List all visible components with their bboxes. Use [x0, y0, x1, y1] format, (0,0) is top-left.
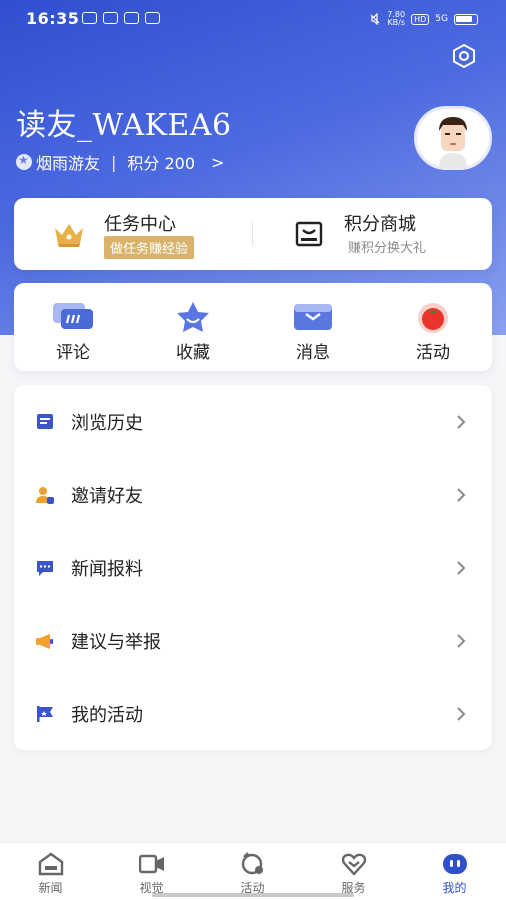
- quick-action-label: 活动: [416, 343, 450, 363]
- menu-item-label: 浏览历史: [71, 413, 143, 434]
- level-badge-icon: [16, 153, 32, 170]
- report-icon: [36, 634, 53, 649]
- quick-action-label: 消息: [296, 343, 330, 363]
- tomato-icon: [418, 303, 448, 333]
- network-speed: 7.80 KB/s: [387, 10, 406, 27]
- star-icon: [177, 302, 209, 332]
- quick-actions-card: 评论 收藏 消息 活动: [14, 283, 492, 371]
- menu-item-label: 我的活动: [71, 705, 143, 726]
- menu-list: 浏览历史 邀请好友 新闻报料 建议与举报 我的活动: [14, 385, 492, 750]
- comment-icon: [53, 303, 93, 329]
- points-value: 积分 200: [127, 154, 196, 173]
- avatar-illustration: [417, 109, 489, 167]
- username: 读友_WAKEA6: [16, 108, 232, 143]
- quick-action-messages[interactable]: 消息: [268, 283, 358, 371]
- level-points-row[interactable]: 烟雨游友 | 积分 200 >: [16, 150, 224, 174]
- nav-label: 我的: [442, 881, 467, 895]
- chevron-right-icon: [457, 634, 466, 648]
- menu-item-news-tip[interactable]: 新闻报料: [14, 540, 492, 596]
- flag-icon: [37, 706, 53, 722]
- points-mall-title: 积分商城: [344, 214, 416, 235]
- nav-item-mine[interactable]: 我的: [404, 843, 505, 900]
- settings-hexagon-icon[interactable]: [450, 42, 478, 70]
- mall-bag-icon: [295, 221, 323, 247]
- news-tip-icon: [37, 561, 53, 576]
- home-icon: [38, 852, 64, 876]
- nav-item-activity[interactable]: 活动: [202, 843, 303, 900]
- tiktok-notification-icon: [145, 12, 160, 24]
- mute-icon: [370, 13, 380, 25]
- wechat-notification-icon: [124, 12, 139, 24]
- envelope-icon: [294, 304, 332, 330]
- heart-icon: [341, 853, 367, 876]
- quick-action-label: 评论: [56, 343, 90, 363]
- level-name: 烟雨游友: [36, 154, 101, 173]
- points-mall-subtitle: 赚积分换大礼: [348, 241, 427, 256]
- status-bar: 16:35 7.80 KB/s HD 5G: [0, 0, 506, 38]
- battery-icon: [454, 13, 478, 25]
- menu-item-history[interactable]: 浏览历史: [14, 394, 492, 450]
- home-indicator[interactable]: [152, 893, 354, 897]
- bottom-nav: 新闻 视觉 活动 服务 我的: [0, 842, 506, 900]
- menu-item-label: 建议与举报: [71, 632, 161, 653]
- video-icon: [139, 854, 164, 874]
- activity-icon: [241, 852, 263, 875]
- signal-label: 5G: [435, 14, 448, 24]
- chevron-right-icon: [457, 415, 466, 429]
- invite-friend-icon: [36, 487, 54, 504]
- hd-badge: HD: [411, 13, 430, 25]
- history-icon: [37, 414, 53, 429]
- quick-action-activity[interactable]: 活动: [388, 283, 478, 371]
- profile-icon: [443, 854, 467, 874]
- chevron-right-icon: [457, 488, 466, 502]
- menu-item-label: 新闻报料: [71, 559, 143, 580]
- avatar[interactable]: [414, 106, 492, 170]
- notification-icons: [82, 12, 160, 24]
- nav-item-visual[interactable]: 视觉: [101, 843, 202, 900]
- menu-item-my-activities[interactable]: 我的活动: [14, 686, 492, 742]
- app-notification-icon: [103, 12, 118, 24]
- chevron-right-icon: [457, 561, 466, 575]
- status-right: 7.80 KB/s HD 5G: [369, 11, 478, 27]
- quick-action-favorite[interactable]: 收藏: [148, 283, 238, 371]
- quick-action-label: 收藏: [176, 343, 210, 363]
- points-mall-button[interactable]: 积分商城 赚积分换大礼: [14, 198, 492, 270]
- menu-item-report[interactable]: 建议与举报: [14, 613, 492, 669]
- chevron-right-icon: >: [211, 152, 225, 172]
- nav-item-service[interactable]: 服务: [303, 843, 404, 900]
- separator: |: [111, 152, 117, 172]
- quick-action-comment[interactable]: 评论: [28, 283, 118, 371]
- app-notification-icon: [82, 12, 97, 24]
- status-time: 16:35: [26, 9, 80, 28]
- task-card: 任务中心 做任务赚经验 积分商城 赚积分换大礼: [14, 198, 492, 270]
- nav-label: 新闻: [38, 881, 63, 895]
- nav-item-news[interactable]: 新闻: [0, 843, 101, 900]
- menu-item-label: 邀请好友: [71, 486, 143, 507]
- chevron-right-icon: [457, 707, 466, 721]
- menu-item-invite[interactable]: 邀请好友: [14, 467, 492, 523]
